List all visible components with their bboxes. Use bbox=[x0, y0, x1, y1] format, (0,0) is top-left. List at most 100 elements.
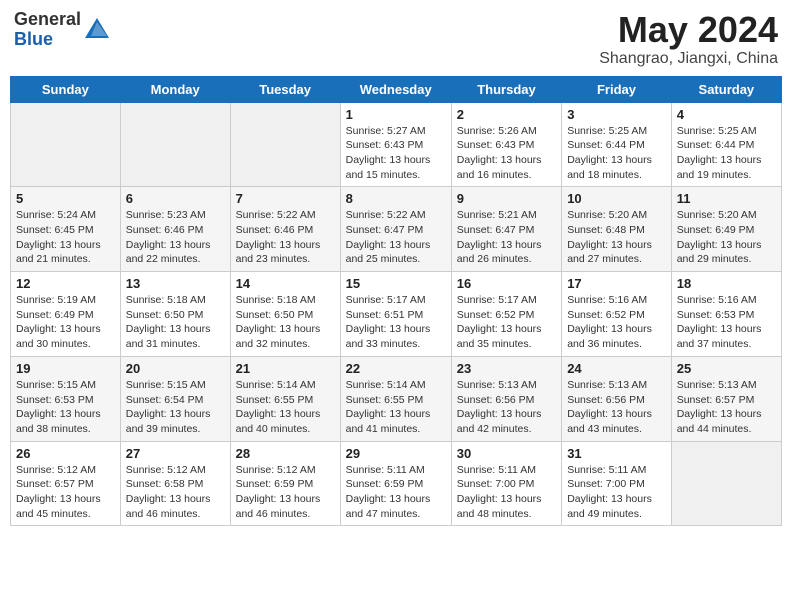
day-info: Sunrise: 5:19 AMSunset: 6:49 PMDaylight:… bbox=[16, 293, 115, 352]
day-number: 9 bbox=[457, 191, 556, 206]
day-number: 5 bbox=[16, 191, 115, 206]
day-info: Sunrise: 5:21 AMSunset: 6:47 PMDaylight:… bbox=[457, 208, 556, 267]
calendar-cell: 11 Sunrise: 5:20 AMSunset: 6:49 PMDayligh… bbox=[671, 187, 781, 272]
calendar-cell: 24 Sunrise: 5:13 AMSunset: 6:56 PMDayligh… bbox=[562, 356, 672, 441]
calendar-cell: 26 Sunrise: 5:12 AMSunset: 6:57 PMDayligh… bbox=[11, 441, 121, 526]
calendar-cell: 18 Sunrise: 5:16 AMSunset: 6:53 PMDayligh… bbox=[671, 272, 781, 357]
day-info: Sunrise: 5:11 AMSunset: 7:00 PMDaylight:… bbox=[457, 463, 556, 522]
day-info: Sunrise: 5:11 AMSunset: 7:00 PMDaylight:… bbox=[567, 463, 666, 522]
day-number: 1 bbox=[346, 107, 446, 122]
day-info: Sunrise: 5:22 AMSunset: 6:47 PMDaylight:… bbox=[346, 208, 446, 267]
calendar-cell: 17 Sunrise: 5:16 AMSunset: 6:52 PMDayligh… bbox=[562, 272, 672, 357]
day-info: Sunrise: 5:12 AMSunset: 6:58 PMDaylight:… bbox=[126, 463, 225, 522]
day-info: Sunrise: 5:25 AMSunset: 6:44 PMDaylight:… bbox=[567, 124, 666, 183]
calendar-cell: 16 Sunrise: 5:17 AMSunset: 6:52 PMDayligh… bbox=[451, 272, 561, 357]
weekday-header-monday: Monday bbox=[120, 76, 230, 102]
weekday-header-wednesday: Wednesday bbox=[340, 76, 451, 102]
day-number: 4 bbox=[677, 107, 776, 122]
calendar-cell: 25Sunrise: 5:13 AMSunset: 6:57 PMDayligh… bbox=[671, 356, 781, 441]
calendar-cell: 12 Sunrise: 5:19 AMSunset: 6:49 PMDayligh… bbox=[11, 272, 121, 357]
logo-general-text: General bbox=[14, 10, 81, 30]
calendar-cell: 30 Sunrise: 5:11 AMSunset: 7:00 PMDayligh… bbox=[451, 441, 561, 526]
day-number: 10 bbox=[567, 191, 666, 206]
calendar-cell: 15Sunrise: 5:17 AMSunset: 6:51 PMDayligh… bbox=[340, 272, 451, 357]
calendar-cell bbox=[120, 102, 230, 187]
day-number: 22 bbox=[346, 361, 446, 376]
calendar-cell: 27Sunrise: 5:12 AMSunset: 6:58 PMDayligh… bbox=[120, 441, 230, 526]
day-info: Sunrise: 5:15 AMSunset: 6:53 PMDaylight:… bbox=[16, 378, 115, 437]
weekday-header-sunday: Sunday bbox=[11, 76, 121, 102]
day-info: Sunrise: 5:12 AMSunset: 6:59 PMDaylight:… bbox=[236, 463, 335, 522]
calendar-cell: 1 Sunrise: 5:27 AMSunset: 6:43 PMDaylight… bbox=[340, 102, 451, 187]
day-info: Sunrise: 5:23 AMSunset: 6:46 PMDaylight:… bbox=[126, 208, 225, 267]
day-number: 8 bbox=[346, 191, 446, 206]
day-number: 20 bbox=[126, 361, 225, 376]
logo: General Blue bbox=[14, 10, 111, 50]
day-info: Sunrise: 5:27 AMSunset: 6:43 PMDaylight:… bbox=[346, 124, 446, 183]
day-info: Sunrise: 5:12 AMSunset: 6:57 PMDaylight:… bbox=[16, 463, 115, 522]
day-number: 19 bbox=[16, 361, 115, 376]
calendar-cell: 6 Sunrise: 5:23 AMSunset: 6:46 PMDaylight… bbox=[120, 187, 230, 272]
day-info: Sunrise: 5:16 AMSunset: 6:52 PMDaylight:… bbox=[567, 293, 666, 352]
day-number: 31 bbox=[567, 446, 666, 461]
calendar-cell: 21Sunrise: 5:14 AMSunset: 6:55 PMDayligh… bbox=[230, 356, 340, 441]
day-number: 30 bbox=[457, 446, 556, 461]
weekday-header-friday: Friday bbox=[562, 76, 672, 102]
day-number: 18 bbox=[677, 276, 776, 291]
day-info: Sunrise: 5:22 AMSunset: 6:46 PMDaylight:… bbox=[236, 208, 335, 267]
calendar-cell: 4 Sunrise: 5:25 AMSunset: 6:44 PMDaylight… bbox=[671, 102, 781, 187]
day-number: 6 bbox=[126, 191, 225, 206]
day-info: Sunrise: 5:16 AMSunset: 6:53 PMDaylight:… bbox=[677, 293, 776, 352]
day-info: Sunrise: 5:13 AMSunset: 6:56 PMDaylight:… bbox=[567, 378, 666, 437]
day-number: 11 bbox=[677, 191, 776, 206]
calendar-week-2: 5Sunrise: 5:24 AMSunset: 6:45 PMDaylight… bbox=[11, 187, 782, 272]
day-number: 15 bbox=[346, 276, 446, 291]
day-info: Sunrise: 5:18 AMSunset: 6:50 PMDaylight:… bbox=[126, 293, 225, 352]
location-subtitle: Shangrao, Jiangxi, China bbox=[599, 50, 778, 68]
calendar-cell: 5Sunrise: 5:24 AMSunset: 6:45 PMDaylight… bbox=[11, 187, 121, 272]
weekday-header-thursday: Thursday bbox=[451, 76, 561, 102]
day-info: Sunrise: 5:25 AMSunset: 6:44 PMDaylight:… bbox=[677, 124, 776, 183]
day-number: 2 bbox=[457, 107, 556, 122]
day-number: 16 bbox=[457, 276, 556, 291]
day-info: Sunrise: 5:20 AMSunset: 6:49 PMDaylight:… bbox=[677, 208, 776, 267]
weekday-header-row: SundayMondayTuesdayWednesdayThursdayFrid… bbox=[11, 76, 782, 102]
day-info: Sunrise: 5:14 AMSunset: 6:55 PMDaylight:… bbox=[346, 378, 446, 437]
calendar-week-3: 12 Sunrise: 5:19 AMSunset: 6:49 PMDayligh… bbox=[11, 272, 782, 357]
page-header: General Blue May 2024 Shangrao, Jiangxi,… bbox=[10, 10, 782, 68]
calendar-cell: 10 Sunrise: 5:20 AMSunset: 6:48 PMDayligh… bbox=[562, 187, 672, 272]
calendar-cell: 28 Sunrise: 5:12 AMSunset: 6:59 PMDayligh… bbox=[230, 441, 340, 526]
calendar-cell bbox=[230, 102, 340, 187]
day-number: 3 bbox=[567, 107, 666, 122]
weekday-header-saturday: Saturday bbox=[671, 76, 781, 102]
calendar-cell: 20 Sunrise: 5:15 AMSunset: 6:54 PMDayligh… bbox=[120, 356, 230, 441]
day-info: Sunrise: 5:15 AMSunset: 6:54 PMDaylight:… bbox=[126, 378, 225, 437]
day-number: 24 bbox=[567, 361, 666, 376]
day-info: Sunrise: 5:17 AMSunset: 6:52 PMDaylight:… bbox=[457, 293, 556, 352]
day-number: 7 bbox=[236, 191, 335, 206]
month-year-title: May 2024 bbox=[599, 10, 778, 50]
calendar-cell: 14Sunrise: 5:18 AMSunset: 6:50 PMDayligh… bbox=[230, 272, 340, 357]
day-number: 12 bbox=[16, 276, 115, 291]
calendar-cell: 8 Sunrise: 5:22 AMSunset: 6:47 PMDaylight… bbox=[340, 187, 451, 272]
calendar-cell: 7 Sunrise: 5:22 AMSunset: 6:46 PMDaylight… bbox=[230, 187, 340, 272]
calendar-cell: 23Sunrise: 5:13 AMSunset: 6:56 PMDayligh… bbox=[451, 356, 561, 441]
calendar-cell: 13 Sunrise: 5:18 AMSunset: 6:50 PMDayligh… bbox=[120, 272, 230, 357]
calendar-cell: 3 Sunrise: 5:25 AMSunset: 6:44 PMDaylight… bbox=[562, 102, 672, 187]
calendar-cell: 29 Sunrise: 5:11 AMSunset: 6:59 PMDayligh… bbox=[340, 441, 451, 526]
title-block: May 2024 Shangrao, Jiangxi, China bbox=[599, 10, 778, 68]
day-number: 29 bbox=[346, 446, 446, 461]
calendar-week-5: 26 Sunrise: 5:12 AMSunset: 6:57 PMDayligh… bbox=[11, 441, 782, 526]
calendar-cell bbox=[671, 441, 781, 526]
day-number: 21 bbox=[236, 361, 335, 376]
logo-blue-text: Blue bbox=[14, 30, 81, 50]
calendar-cell: 19 Sunrise: 5:15 AMSunset: 6:53 PMDayligh… bbox=[11, 356, 121, 441]
day-number: 28 bbox=[236, 446, 335, 461]
weekday-header-tuesday: Tuesday bbox=[230, 76, 340, 102]
day-number: 17 bbox=[567, 276, 666, 291]
logo-icon bbox=[83, 16, 111, 44]
day-info: Sunrise: 5:20 AMSunset: 6:48 PMDaylight:… bbox=[567, 208, 666, 267]
day-info: Sunrise: 5:11 AMSunset: 6:59 PMDaylight:… bbox=[346, 463, 446, 522]
day-number: 26 bbox=[16, 446, 115, 461]
day-number: 13 bbox=[126, 276, 225, 291]
